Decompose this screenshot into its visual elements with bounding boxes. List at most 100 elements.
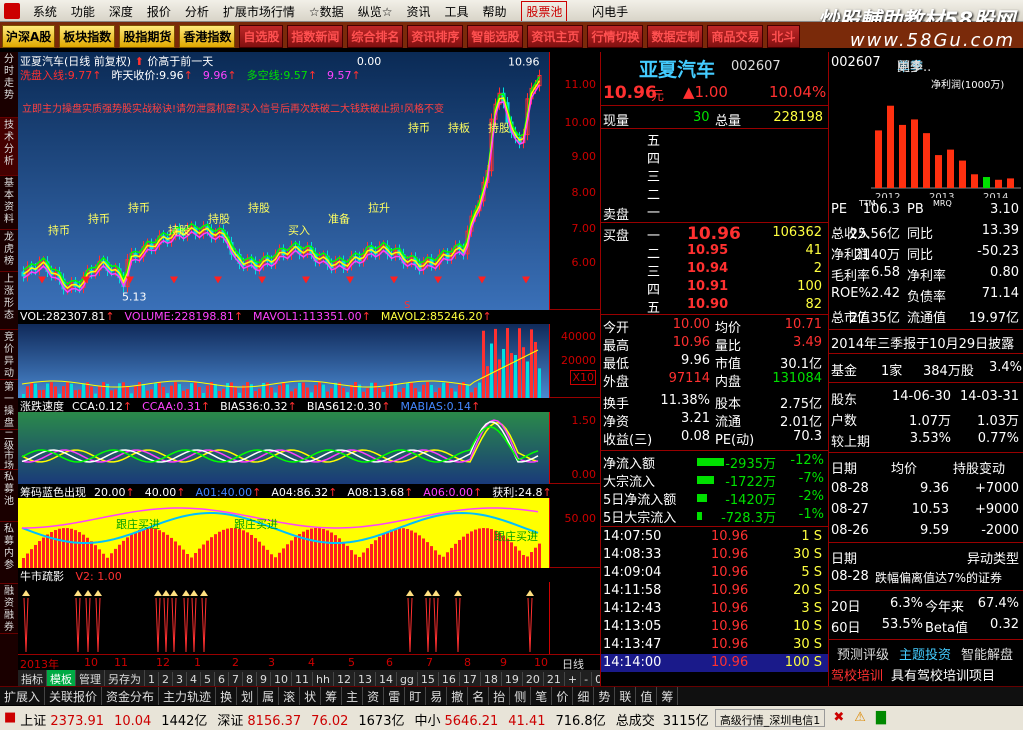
bottom-tab[interactable]: 7 <box>229 672 243 686</box>
function-button[interactable]: 势 <box>594 687 616 705</box>
kline-plot[interactable]: 持币 持币 持币 持股 持股 持股 买入 准备 拉升 持币 持板 持股 5.13 10.96 S 立即主力操… <box>18 52 550 311</box>
side-tab[interactable]: 技术分析 <box>0 118 18 176</box>
function-button[interactable]: 名 <box>468 687 490 705</box>
menu-item[interactable]: 资讯 <box>399 0 437 21</box>
side-tab[interactable]: 融资融券 <box>0 584 18 634</box>
function-button[interactable]: 笔 <box>531 687 553 705</box>
bottom-tab[interactable]: 3 <box>173 672 187 686</box>
bottom-tab[interactable]: 指标 <box>18 670 47 686</box>
function-button[interactable]: 状 <box>300 687 322 705</box>
function-button[interactable]: 撤 <box>447 687 469 705</box>
buy-level[interactable]: 四 <box>647 279 660 298</box>
toolbar-button[interactable]: 香港指数 <box>179 25 236 48</box>
toolbar-button[interactable]: 资讯主页 <box>527 25 584 48</box>
menu-item[interactable]: 功能 <box>64 0 102 21</box>
side-tab[interactable]: 第一操盘 <box>0 380 18 430</box>
menu-item[interactable]: 帮助 <box>475 0 513 21</box>
news-tag[interactable]: 驾校培训 <box>831 665 883 684</box>
toolbar-button[interactable]: 股指期货 <box>119 25 176 48</box>
news-text[interactable]: 具有驾校培训项目 <box>891 665 1023 684</box>
bottom-tab[interactable]: 5 <box>201 672 215 686</box>
bottom-tab[interactable]: 19 <box>502 672 523 686</box>
bottom-tab[interactable]: 2 <box>159 672 173 686</box>
function-button[interactable]: 属 <box>258 687 280 705</box>
side-tab[interactable]: 上涨形态 <box>0 272 18 330</box>
function-button[interactable]: 值 <box>636 687 658 705</box>
f10-link[interactable]: 智能解盘 <box>961 644 1013 663</box>
f10-link[interactable]: 主题投资 <box>899 644 951 663</box>
bottom-tab[interactable]: + <box>565 672 582 686</box>
menu-item[interactable]: 纵览☆ <box>351 0 400 21</box>
bottom-tab[interactable]: 管理 <box>76 670 105 686</box>
server-info[interactable]: 高级行情_深圳电信1 <box>714 709 826 727</box>
side-tab[interactable]: 基本资料 <box>0 176 18 230</box>
bottom-tab[interactable]: - <box>581 672 593 686</box>
function-button[interactable]: 主力轨迹 <box>159 687 217 705</box>
bottom-tab[interactable]: 15 <box>418 672 439 686</box>
function-button[interactable]: 关联报价 <box>45 687 103 705</box>
function-button[interactable]: 扩展入 <box>0 687 46 705</box>
bottom-tab[interactable]: 18 <box>481 672 502 686</box>
bottom-tab[interactable]: 12 <box>334 672 355 686</box>
bottom-tab[interactable]: 模板 <box>47 670 76 686</box>
bottom-tab[interactable]: 6 <box>215 672 229 686</box>
bottom-tab[interactable]: 0 <box>592 672 600 686</box>
close-icon[interactable]: ✖ <box>829 706 850 730</box>
function-button[interactable]: 换 <box>216 687 238 705</box>
side-tab[interactable]: 龙虎榜 <box>0 230 18 272</box>
toolbar-button[interactable]: 行情切换 <box>587 25 644 48</box>
side-tab[interactable]: 二级市场 <box>0 430 18 470</box>
sell-level[interactable]: 三 <box>647 166 660 185</box>
toolbar-button[interactable]: 资讯排序 <box>407 25 464 48</box>
bottom-tab[interactable]: 1 <box>145 672 159 686</box>
signal-icon[interactable]: ▇ <box>872 706 892 730</box>
buy-level[interactable]: 三 <box>647 261 660 280</box>
menu-item[interactable]: 扩展市场行情 <box>216 0 302 21</box>
menu-item[interactable]: ☆数据 <box>302 0 351 21</box>
speed-plot[interactable] <box>18 412 550 484</box>
buy-level[interactable]: 二 <box>647 243 660 262</box>
function-button[interactable]: 盯 <box>405 687 427 705</box>
function-button[interactable]: 细 <box>573 687 595 705</box>
chip-plot[interactable]: 跟庄买进 跟庄买进 跟庄买进 <box>18 498 550 568</box>
f10-tab[interactable]: 更多.. <box>897 56 931 75</box>
function-button[interactable]: 雷 <box>384 687 406 705</box>
fan-plot[interactable] <box>18 582 550 654</box>
bottom-tab[interactable]: 11 <box>292 672 313 686</box>
bottom-tab[interactable]: hh <box>313 672 334 686</box>
menu-item[interactable]: 报价 <box>140 0 178 21</box>
function-button[interactable]: 抬 <box>489 687 511 705</box>
bottom-tab[interactable]: 10 <box>271 672 292 686</box>
toolbar-button[interactable]: 商品交易 <box>707 25 764 48</box>
bottom-tab[interactable]: 16 <box>439 672 460 686</box>
toolbar-button[interactable]: 沪深A股 <box>2 25 56 48</box>
menu-item[interactable]: 深度 <box>102 0 140 21</box>
toolbar-button[interactable]: 智能选股 <box>467 25 524 48</box>
bottom-tab[interactable]: 另存为 <box>105 670 145 686</box>
function-button[interactable]: 资 <box>363 687 385 705</box>
lightning-trade-menu[interactable]: 闪电手 <box>585 0 635 21</box>
function-button[interactable]: 价 <box>552 687 574 705</box>
stock-pool-menu[interactable]: 股票池 <box>521 1 568 21</box>
menu-item[interactable]: 工具 <box>437 0 475 21</box>
index-quote[interactable]: 中小 5646.21 41.41 716.8亿 <box>410 706 611 730</box>
sell-level[interactable]: 五 <box>647 130 660 149</box>
side-tab[interactable]: 私募内参 <box>0 522 18 584</box>
function-button[interactable]: 筹 <box>657 687 679 705</box>
index-quote[interactable]: 上证 2373.91 10.04 1442亿 <box>16 706 213 730</box>
bottom-tab[interactable]: 14 <box>376 672 397 686</box>
bottom-tab[interactable]: 17 <box>460 672 481 686</box>
function-button[interactable]: 划 <box>237 687 259 705</box>
buy-level[interactable]: 一 <box>647 225 660 244</box>
toolbar-button[interactable]: 综合排名 <box>347 25 404 48</box>
function-button[interactable]: 侧 <box>510 687 532 705</box>
toolbar-button[interactable]: 自选股 <box>239 25 284 48</box>
bottom-tab[interactable]: 13 <box>355 672 376 686</box>
bottom-tab[interactable]: 4 <box>187 672 201 686</box>
menu-item[interactable]: 分析 <box>178 0 216 21</box>
bottom-tab[interactable]: 8 <box>243 672 257 686</box>
f10-link[interactable]: 预测评级 <box>837 644 889 663</box>
sell-level[interactable]: 四 <box>647 148 660 167</box>
side-tab[interactable]: 分时走势 <box>0 52 18 118</box>
bottom-tab[interactable]: 9 <box>257 672 271 686</box>
